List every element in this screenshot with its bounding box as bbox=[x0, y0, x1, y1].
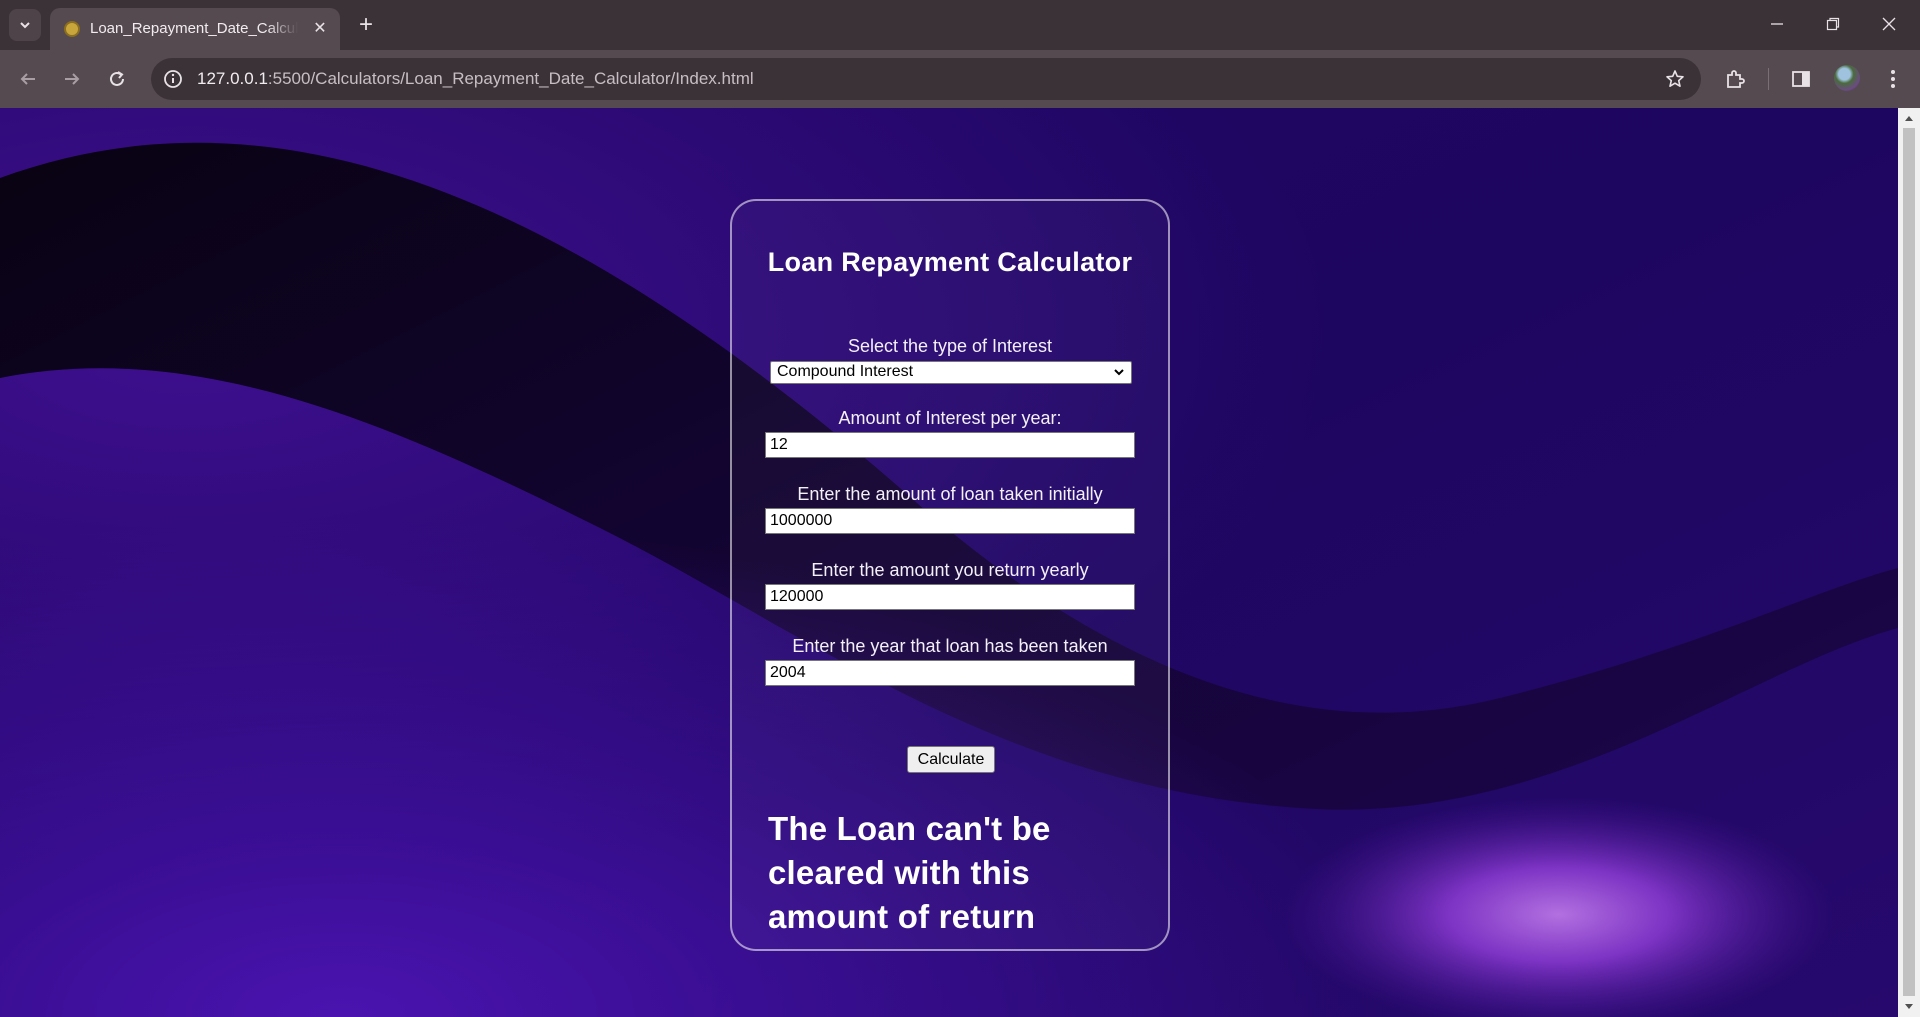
interest-rate-input[interactable] bbox=[765, 432, 1135, 458]
url-text: 127.0.0.1:5500/Calculators/Loan_Repaymen… bbox=[197, 69, 754, 89]
info-icon bbox=[164, 70, 182, 88]
loan-amount-input[interactable] bbox=[765, 508, 1135, 534]
url-host: 127.0.0.1 bbox=[197, 69, 268, 88]
arrow-right-icon bbox=[65, 73, 80, 85]
minimize-icon bbox=[1771, 23, 1783, 25]
page-title: Loan Repayment Calculator bbox=[767, 247, 1133, 277]
tab-search-button[interactable] bbox=[9, 9, 41, 41]
scrollbar-thumb[interactable] bbox=[1903, 128, 1915, 996]
scroll-up-arrow[interactable] bbox=[1898, 108, 1920, 128]
tab-close-button[interactable]: ✕ bbox=[310, 18, 330, 38]
puzzle-icon bbox=[1727, 70, 1745, 88]
reload-button[interactable] bbox=[100, 62, 134, 96]
close-icon bbox=[1882, 17, 1896, 31]
calculate-button[interactable]: Calculate bbox=[907, 746, 995, 773]
interest-type-select[interactable]: Compound Interest bbox=[770, 361, 1132, 384]
star-icon bbox=[1666, 70, 1684, 87]
browser-toolbar: 127.0.0.1:5500/Calculators/Loan_Repaymen… bbox=[0, 50, 1920, 108]
page-scrollbar[interactable] bbox=[1898, 108, 1920, 1017]
arrow-left-icon bbox=[20, 73, 35, 85]
bookmark-button[interactable] bbox=[1663, 67, 1687, 91]
loan-year-label: Enter the year that loan has been taken bbox=[792, 636, 1108, 656]
forward-button[interactable] bbox=[55, 62, 89, 96]
address-bar[interactable]: 127.0.0.1:5500/Calculators/Loan_Repaymen… bbox=[151, 58, 1701, 100]
profile-avatar[interactable] bbox=[1834, 65, 1860, 91]
side-panel-button[interactable] bbox=[1784, 62, 1818, 96]
page-viewport: Loan Repayment Calculator Select the typ… bbox=[0, 108, 1898, 1017]
yearly-return-input[interactable] bbox=[765, 584, 1135, 610]
interest-rate-label: Amount of Interest per year: bbox=[838, 408, 1062, 428]
restore-icon bbox=[1826, 17, 1840, 31]
browser-menu-button[interactable] bbox=[1876, 62, 1910, 96]
minimize-button[interactable] bbox=[1754, 6, 1800, 42]
side-panel-icon bbox=[1792, 71, 1810, 87]
calculator-card: Loan Repayment Calculator Select the typ… bbox=[730, 199, 1170, 951]
yearly-return-label: Enter the amount you return yearly bbox=[811, 560, 1089, 580]
url-path: :5500/Calculators/Loan_Repayment_Date_Ca… bbox=[267, 69, 754, 88]
toolbar-divider bbox=[1768, 68, 1769, 90]
site-info-button[interactable] bbox=[161, 67, 185, 91]
browser-chrome: Loan_Repayment_Date_Calculator ✕ + 127.0 bbox=[0, 0, 1920, 108]
more-vertical-icon bbox=[1891, 70, 1895, 88]
triangle-up-icon bbox=[1905, 116, 1913, 121]
site-favicon-icon bbox=[64, 21, 80, 37]
tab-title: Loan_Repayment_Date_Calculator bbox=[90, 20, 298, 37]
loan-amount-label: Enter the amount of loan taken initially bbox=[797, 484, 1103, 504]
tab-strip: Loan_Repayment_Date_Calculator ✕ + bbox=[0, 0, 1920, 50]
browser-tab-active[interactable]: Loan_Repayment_Date_Calculator ✕ bbox=[50, 8, 340, 50]
close-window-button[interactable] bbox=[1866, 6, 1912, 42]
interest-type-label: Select the type of Interest bbox=[847, 336, 1053, 356]
chevron-down-icon bbox=[20, 22, 30, 29]
new-tab-button[interactable]: + bbox=[351, 10, 381, 40]
scroll-down-arrow[interactable] bbox=[1898, 997, 1920, 1017]
back-button[interactable] bbox=[11, 62, 45, 96]
extensions-button[interactable] bbox=[1718, 62, 1752, 96]
triangle-down-icon bbox=[1905, 1004, 1913, 1009]
interest-type-selected-value: Compound Interest bbox=[777, 363, 914, 380]
restore-button[interactable] bbox=[1810, 6, 1856, 42]
result-message: The Loan can't be cleared with this amou… bbox=[768, 810, 1051, 935]
reload-icon bbox=[110, 71, 124, 86]
chevron-down-icon bbox=[1114, 369, 1124, 376]
loan-year-input[interactable] bbox=[765, 660, 1135, 686]
